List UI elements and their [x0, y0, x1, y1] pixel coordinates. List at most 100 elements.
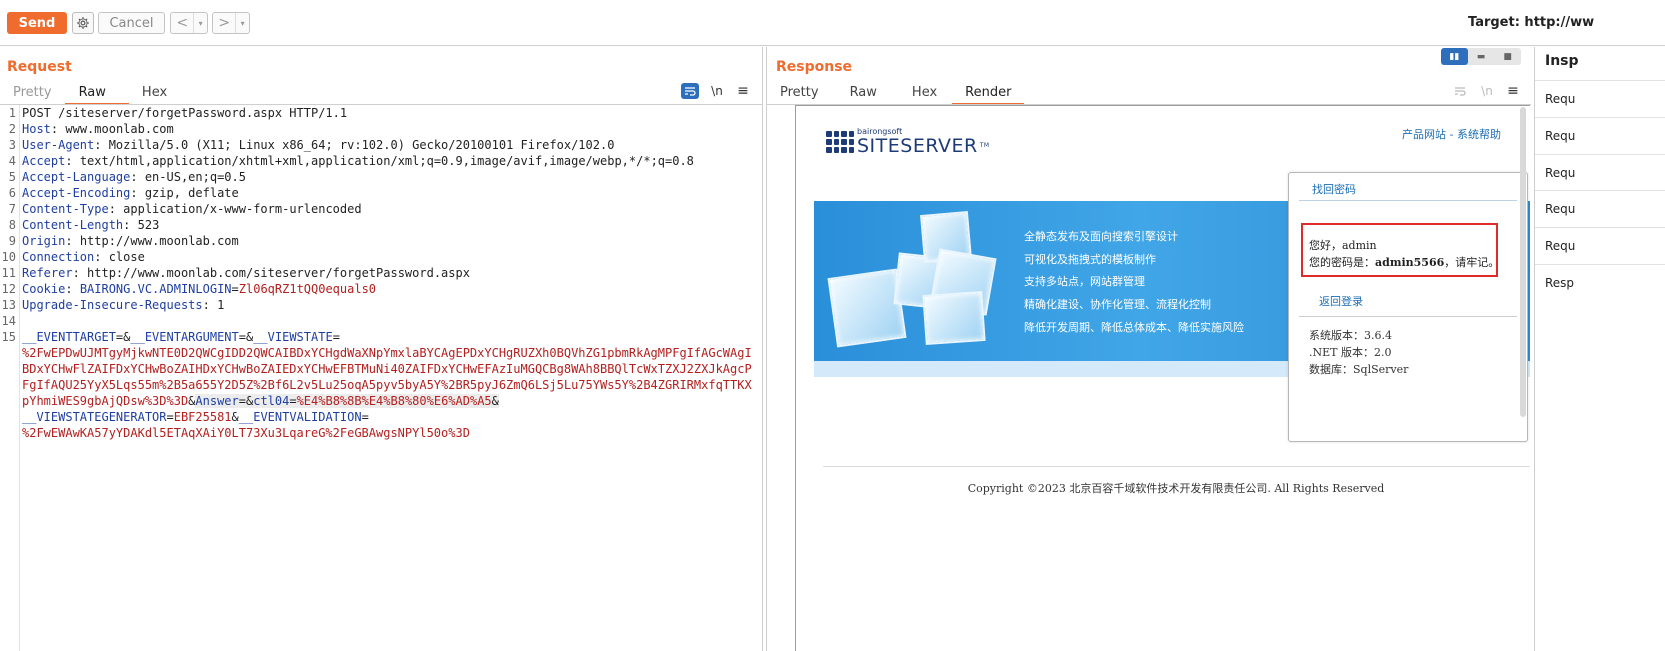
- panel-divider: [1299, 316, 1517, 317]
- settings-button[interactable]: [72, 12, 94, 34]
- word-wrap-icon[interactable]: [1451, 83, 1469, 99]
- word-wrap-icon[interactable]: [681, 83, 699, 99]
- line-number: 3: [8, 138, 16, 152]
- system-info: 系统版本：3.6.4 .NET 版本：2.0 数据库：SqlServer: [1309, 327, 1408, 378]
- header-line: Content-Length: 523: [22, 218, 160, 232]
- logo-big-text: SITESERVER: [857, 135, 978, 157]
- menu-icon[interactable]: ≡: [1504, 83, 1522, 99]
- chevron-down-icon[interactable]: ▾: [236, 13, 249, 33]
- line-number: 11: [1, 266, 16, 280]
- line-number: 2: [8, 122, 16, 136]
- tab-raw[interactable]: Raw: [832, 83, 899, 105]
- header-line: Connection: close: [22, 250, 145, 264]
- header-name: Upgrade-Insecure-Requests: [22, 298, 203, 312]
- header-line: Accept-Encoding: gzip, deflate: [22, 186, 239, 200]
- target-label[interactable]: Target: http://ww: [1468, 15, 1665, 30]
- logo-mark: [826, 131, 854, 153]
- inspector-row[interactable]: Requ: [1535, 117, 1665, 154]
- line-number: 7: [8, 202, 16, 216]
- request-code[interactable]: POST /siteserver/forgetPassword.aspx HTT…: [22, 105, 752, 441]
- param-value: %E4%B8%8B%E4%B8%80%E6%AD%A5: [296, 394, 492, 408]
- header-name: Accept-Language: [22, 170, 131, 184]
- inspector-row[interactable]: Requ: [1535, 154, 1665, 191]
- feature-item: 精确化建设、协作化管理、流程化控制: [1024, 298, 1211, 312]
- chevron-down-icon[interactable]: ▾: [194, 13, 207, 33]
- panel-header: 找回密码: [1312, 183, 1356, 196]
- header-line: Origin: http://www.moonlab.com: [22, 234, 239, 248]
- password-message: 您好，admin 您的密码是：admin5566，请牢记。: [1309, 237, 1499, 271]
- forward-arrow-icon[interactable]: >: [213, 13, 237, 33]
- header-value: http://www.moonlab.com/siteserver/forget…: [79, 266, 470, 280]
- param-key: __EVENTVALIDATION: [238, 410, 362, 424]
- copyright-text: Copyright ©2023 北京百容千域软件技术开发有限责任公司. All …: [967, 482, 1385, 495]
- param-key: __EVENTTARGET: [22, 330, 116, 344]
- newline-toggle[interactable]: \n: [1478, 83, 1496, 99]
- request-title: Request: [7, 59, 72, 75]
- param-key: ctl04: [253, 394, 290, 408]
- param-key: Answer: [195, 394, 239, 408]
- back-button-group[interactable]: < ▾: [170, 12, 208, 34]
- header-line: Accept: text/html,application/xhtml+xml,…: [22, 154, 694, 168]
- header-name: Content-Length: [22, 218, 124, 232]
- feature-item: 可视化及拖拽式的模板制作: [1024, 252, 1156, 266]
- header-name: Connection: [22, 250, 95, 264]
- rendered-page[interactable]: bairongsoft SITESERVER TM 产品网站 - 系统帮助 全静态…: [795, 105, 1530, 651]
- logo-tm: TM: [979, 142, 990, 149]
- tab-render[interactable]: Render: [952, 83, 1025, 105]
- param-key: __VIEWSTATE: [253, 330, 333, 344]
- header-value: www.moonlab.com: [58, 122, 174, 136]
- line-number: 1: [8, 106, 16, 120]
- param-key: __VIEWSTATEGENERATOR: [22, 410, 167, 424]
- menu-icon[interactable]: ≡: [734, 83, 752, 99]
- feature-item: 全静态发布及面向搜索引擎设计: [1024, 230, 1178, 243]
- line-number: 14: [1, 314, 16, 328]
- newline-toggle[interactable]: \n: [708, 83, 726, 99]
- request-tabs: Pretty Raw Hex: [0, 83, 180, 105]
- panel-divider: [1299, 200, 1517, 201]
- header-name: Cookie: [22, 282, 66, 296]
- header-value: gzip, deflate: [137, 186, 239, 200]
- inspector-row[interactable]: Requ: [1535, 80, 1665, 117]
- header-name: Origin: [22, 234, 66, 248]
- line-number: 9: [8, 234, 16, 248]
- tab-pretty[interactable]: Pretty: [0, 83, 65, 105]
- cookie-line: Cookie: BAIRONG.VC.ADMINLOGIN=Zl06qRZ1tQ…: [22, 282, 377, 296]
- inspector-panel: Insp Requ Requ Requ Requ Requ Resp: [1534, 47, 1665, 651]
- param-value: EBF25581: [173, 410, 232, 424]
- param-key: __EVENTARGUMENT: [130, 330, 239, 344]
- inspector-title: Insp: [1545, 53, 1579, 69]
- tab-raw[interactable]: Raw: [64, 83, 129, 105]
- tab-hex[interactable]: Hex: [899, 83, 952, 105]
- response-tabs: Pretty Raw Hex Render: [767, 83, 1025, 105]
- inspector-row[interactable]: Requ: [1535, 227, 1665, 264]
- back-to-login-link[interactable]: 返回登录: [1319, 293, 1363, 309]
- back-arrow-icon[interactable]: <: [171, 13, 195, 33]
- line-number: 12: [1, 282, 16, 296]
- send-button[interactable]: Send: [7, 12, 67, 34]
- forward-button-group[interactable]: > ▾: [212, 12, 250, 34]
- line-number: 8: [8, 218, 16, 232]
- top-links[interactable]: 产品网站 - 系统帮助: [1402, 126, 1501, 142]
- tab-hex[interactable]: Hex: [129, 83, 180, 105]
- header-name: Accept: [22, 154, 66, 168]
- header-value: close: [101, 250, 145, 264]
- line-number: 6: [8, 186, 16, 200]
- cube-graphic: [922, 290, 986, 346]
- password-value: admin5566: [1375, 256, 1445, 269]
- line-gutter: 1 2 3 4 5 6 7 8 9 10 11 12 13 14 15: [0, 105, 20, 651]
- header-value: text/html,application/xhtml+xml,applicat…: [72, 154, 694, 168]
- vertical-scrollbar[interactable]: [1520, 107, 1526, 417]
- system-version: 系统版本：3.6.4: [1309, 329, 1392, 342]
- top-toolbar: Send Cancel < ▾ > ▾ Target: http://ww: [0, 0, 1665, 46]
- request-line: POST /siteserver/forgetPassword.aspx HTT…: [22, 106, 348, 120]
- request-editor[interactable]: 1 2 3 4 5 6 7 8 9 10 11 12 13 14 15 POST…: [0, 105, 763, 651]
- header-line: Content-Type: application/x-www-form-url…: [22, 202, 362, 216]
- greeting-text: 您好，admin: [1309, 239, 1377, 252]
- tab-pretty[interactable]: Pretty: [767, 83, 832, 105]
- cancel-button[interactable]: Cancel: [98, 12, 165, 34]
- cookie-value: Zl06qRZ1tQQ0equals0: [238, 282, 377, 296]
- inspector-row[interactable]: Requ: [1535, 190, 1665, 227]
- feature-item: 降低开发周期、降低总体成本、降低实施风险: [1024, 320, 1244, 334]
- header-name: Accept-Encoding: [22, 186, 131, 200]
- inspector-row[interactable]: Resp: [1535, 264, 1665, 301]
